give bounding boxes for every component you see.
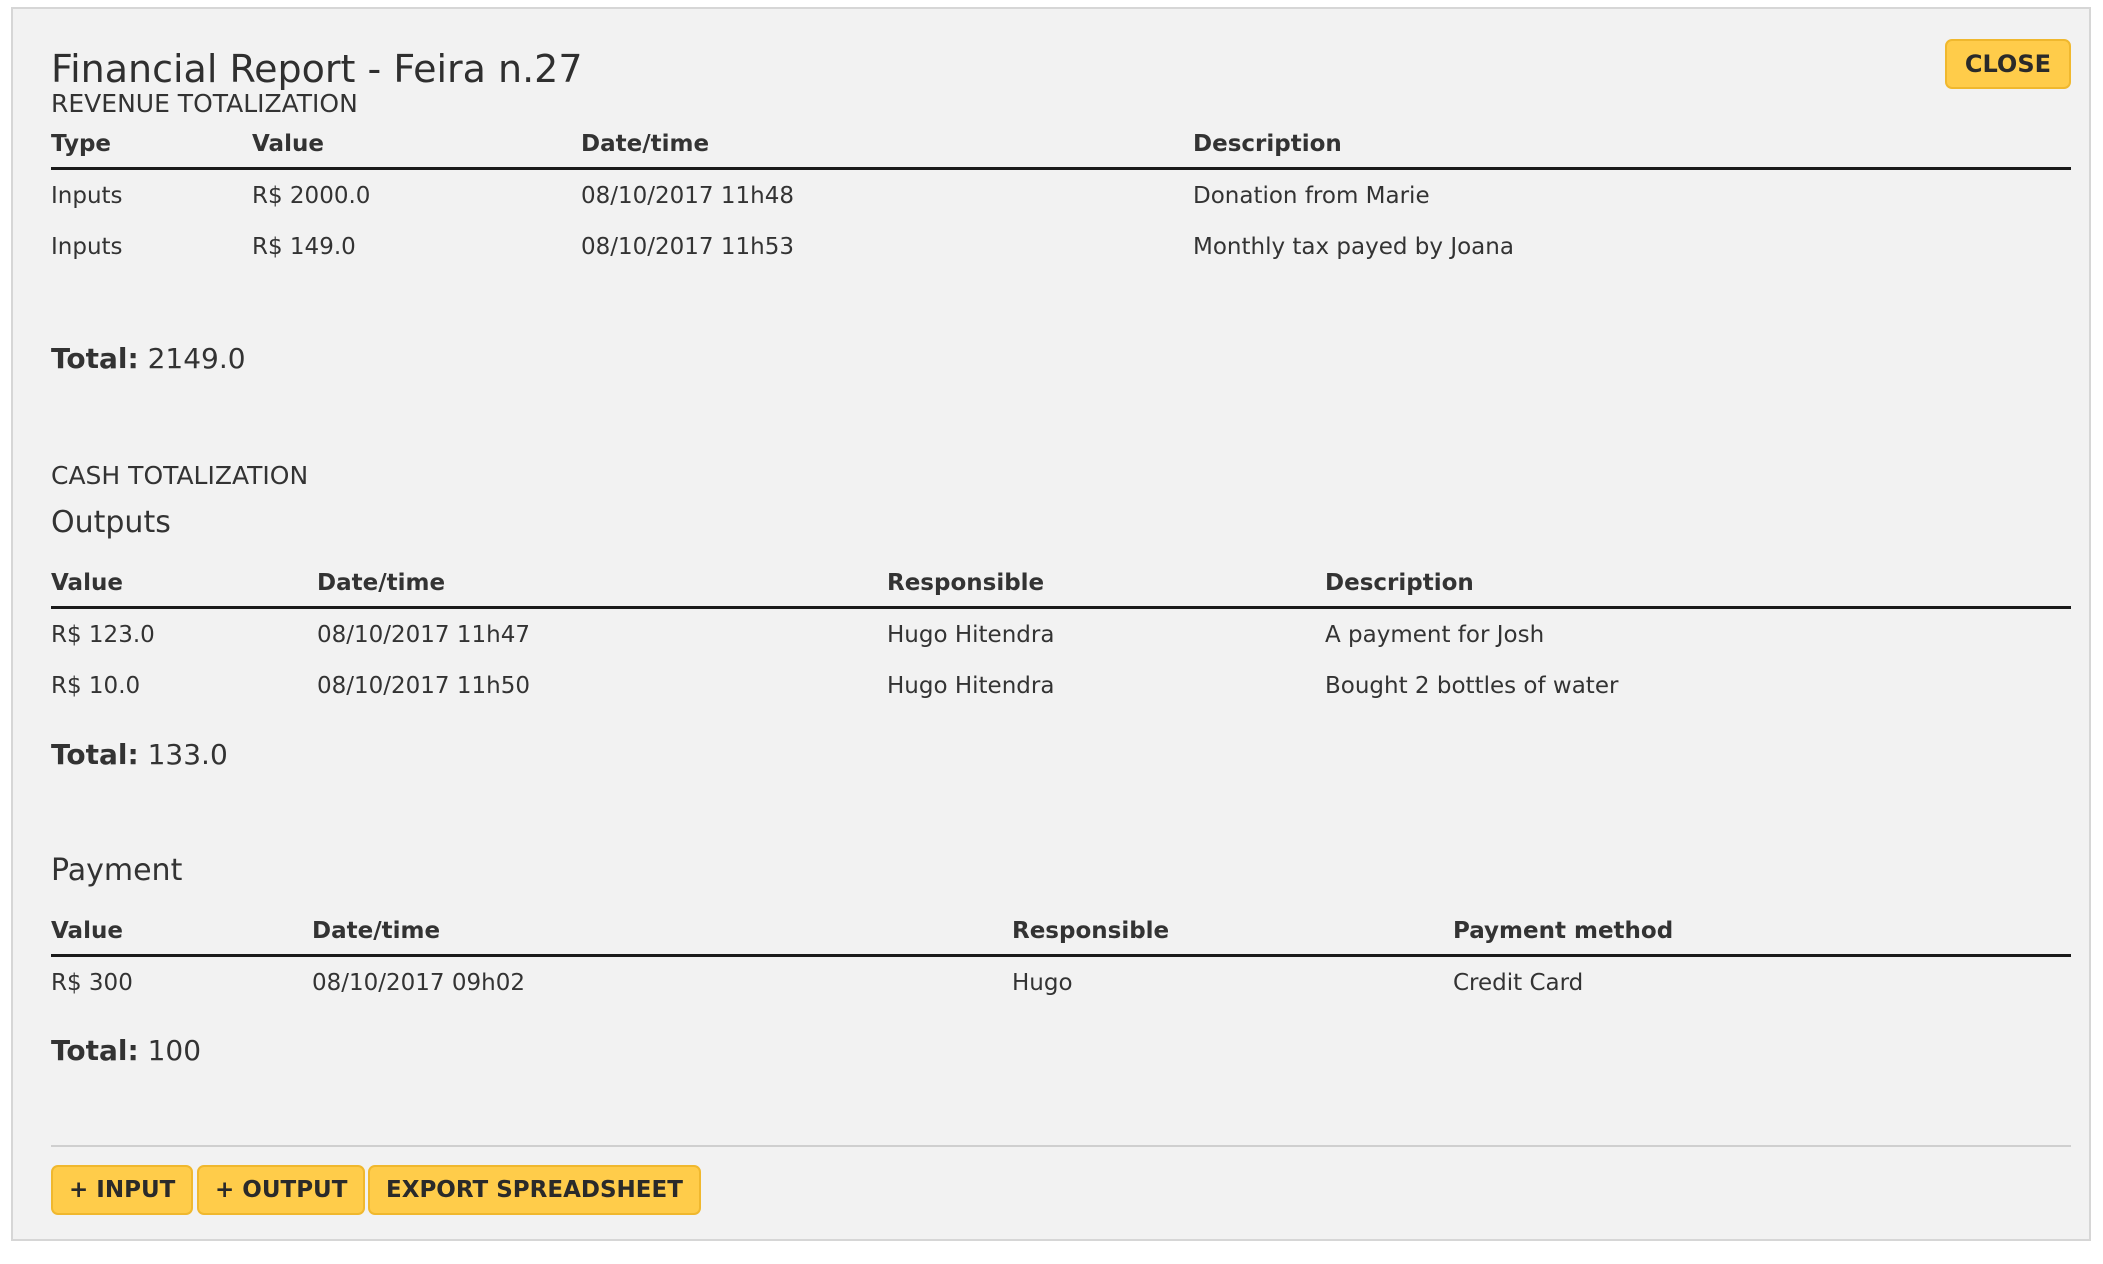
column-header-responsible[interactable]: Responsible (1012, 908, 1453, 957)
payment-title: Payment (51, 853, 183, 888)
table-row[interactable]: R$ 10.0 08/10/2017 11h50 Hugo Hitendra B… (51, 660, 2071, 711)
table-row[interactable]: Inputs R$ 149.0 08/10/2017 11h53 Monthly… (51, 221, 2071, 272)
table-row[interactable]: R$ 300 08/10/2017 09h02 Hugo Credit Card (51, 956, 2071, 1009)
table-row[interactable]: R$ 123.0 08/10/2017 11h47 Hugo Hitendra … (51, 608, 2071, 661)
cell-description: Bought 2 bottles of water (1325, 672, 1619, 699)
table-row[interactable]: Inputs R$ 2000.0 08/10/2017 11h48 Donati… (51, 169, 2071, 222)
add-input-button[interactable]: + INPUT (51, 1165, 194, 1215)
cell-responsible: Hugo (1012, 969, 1073, 996)
outputs-total: Total: 133.0 (51, 738, 228, 771)
payment-table: Value Date/time Responsible Payment meth… (51, 908, 2071, 1008)
cell-type: Inputs (51, 182, 123, 209)
cell-responsible: Hugo Hitendra (887, 621, 1055, 648)
cell-datetime: 08/10/2017 11h53 (581, 233, 794, 260)
cell-description: Donation from Marie (1193, 182, 1430, 209)
column-header-description[interactable]: Description (1325, 560, 2071, 609)
cell-datetime: 08/10/2017 11h50 (317, 672, 530, 699)
export-spreadsheet-button[interactable]: EXPORT SPREADSHEET (368, 1165, 701, 1215)
column-header-description[interactable]: Description (1193, 121, 2071, 170)
cell-description: Monthly tax payed by Joana (1193, 233, 1514, 260)
column-header-datetime[interactable]: Date/time (312, 908, 1012, 957)
cell-responsible: Hugo Hitendra (887, 672, 1055, 699)
cell-payment-method: Credit Card (1453, 969, 1584, 996)
payment-header-row: Value Date/time Responsible Payment meth… (51, 908, 2071, 957)
column-header-payment-method[interactable]: Payment method (1453, 908, 2071, 957)
cell-value: R$ 123.0 (51, 621, 155, 648)
cell-datetime: 08/10/2017 09h02 (312, 969, 525, 996)
footer-divider (51, 1145, 2071, 1147)
cell-value: R$ 300 (51, 969, 133, 996)
outputs-header-row: Value Date/time Responsible Description (51, 560, 2071, 609)
revenue-section-label: REVENUE TOTALIZATION (51, 89, 358, 118)
column-header-type[interactable]: Type (51, 121, 252, 170)
column-header-value[interactable]: Value (252, 121, 581, 170)
column-header-datetime[interactable]: Date/time (317, 560, 887, 609)
column-header-value[interactable]: Value (51, 908, 312, 957)
total-value: 133.0 (147, 738, 228, 771)
page-title: Financial Report - Feira n.27 (51, 47, 583, 91)
outputs-table: Value Date/time Responsible Description … (51, 560, 2071, 711)
cell-description: A payment for Josh (1325, 621, 1545, 648)
column-header-value[interactable]: Value (51, 560, 317, 609)
revenue-total: Total: 2149.0 (51, 342, 246, 375)
cell-value: R$ 149.0 (252, 233, 356, 260)
cell-datetime: 08/10/2017 11h48 (581, 182, 794, 209)
total-value: 100 (147, 1034, 202, 1067)
total-label: Total: (51, 1034, 139, 1067)
cell-value: R$ 10.0 (51, 672, 141, 699)
cell-datetime: 08/10/2017 11h47 (317, 621, 530, 648)
revenue-table: Type Value Date/time Description Inputs … (51, 121, 2071, 272)
revenue-header-row: Type Value Date/time Description (51, 121, 2071, 170)
total-value: 2149.0 (147, 342, 246, 375)
add-output-button[interactable]: + OUTPUT (197, 1165, 366, 1215)
column-header-responsible[interactable]: Responsible (887, 560, 1325, 609)
cell-type: Inputs (51, 233, 123, 260)
total-label: Total: (51, 342, 139, 375)
close-button[interactable]: CLOSE (1944, 39, 2071, 89)
financial-report-modal: Financial Report - Feira n.27 CLOSE REVE… (11, 7, 2091, 1241)
cash-section-label: CASH TOTALIZATION (51, 461, 309, 490)
total-label: Total: (51, 738, 139, 771)
cell-value: R$ 2000.0 (252, 182, 371, 209)
outputs-title: Outputs (51, 505, 171, 540)
payment-total: Total: 100 (51, 1034, 201, 1067)
column-header-datetime[interactable]: Date/time (581, 121, 1193, 170)
